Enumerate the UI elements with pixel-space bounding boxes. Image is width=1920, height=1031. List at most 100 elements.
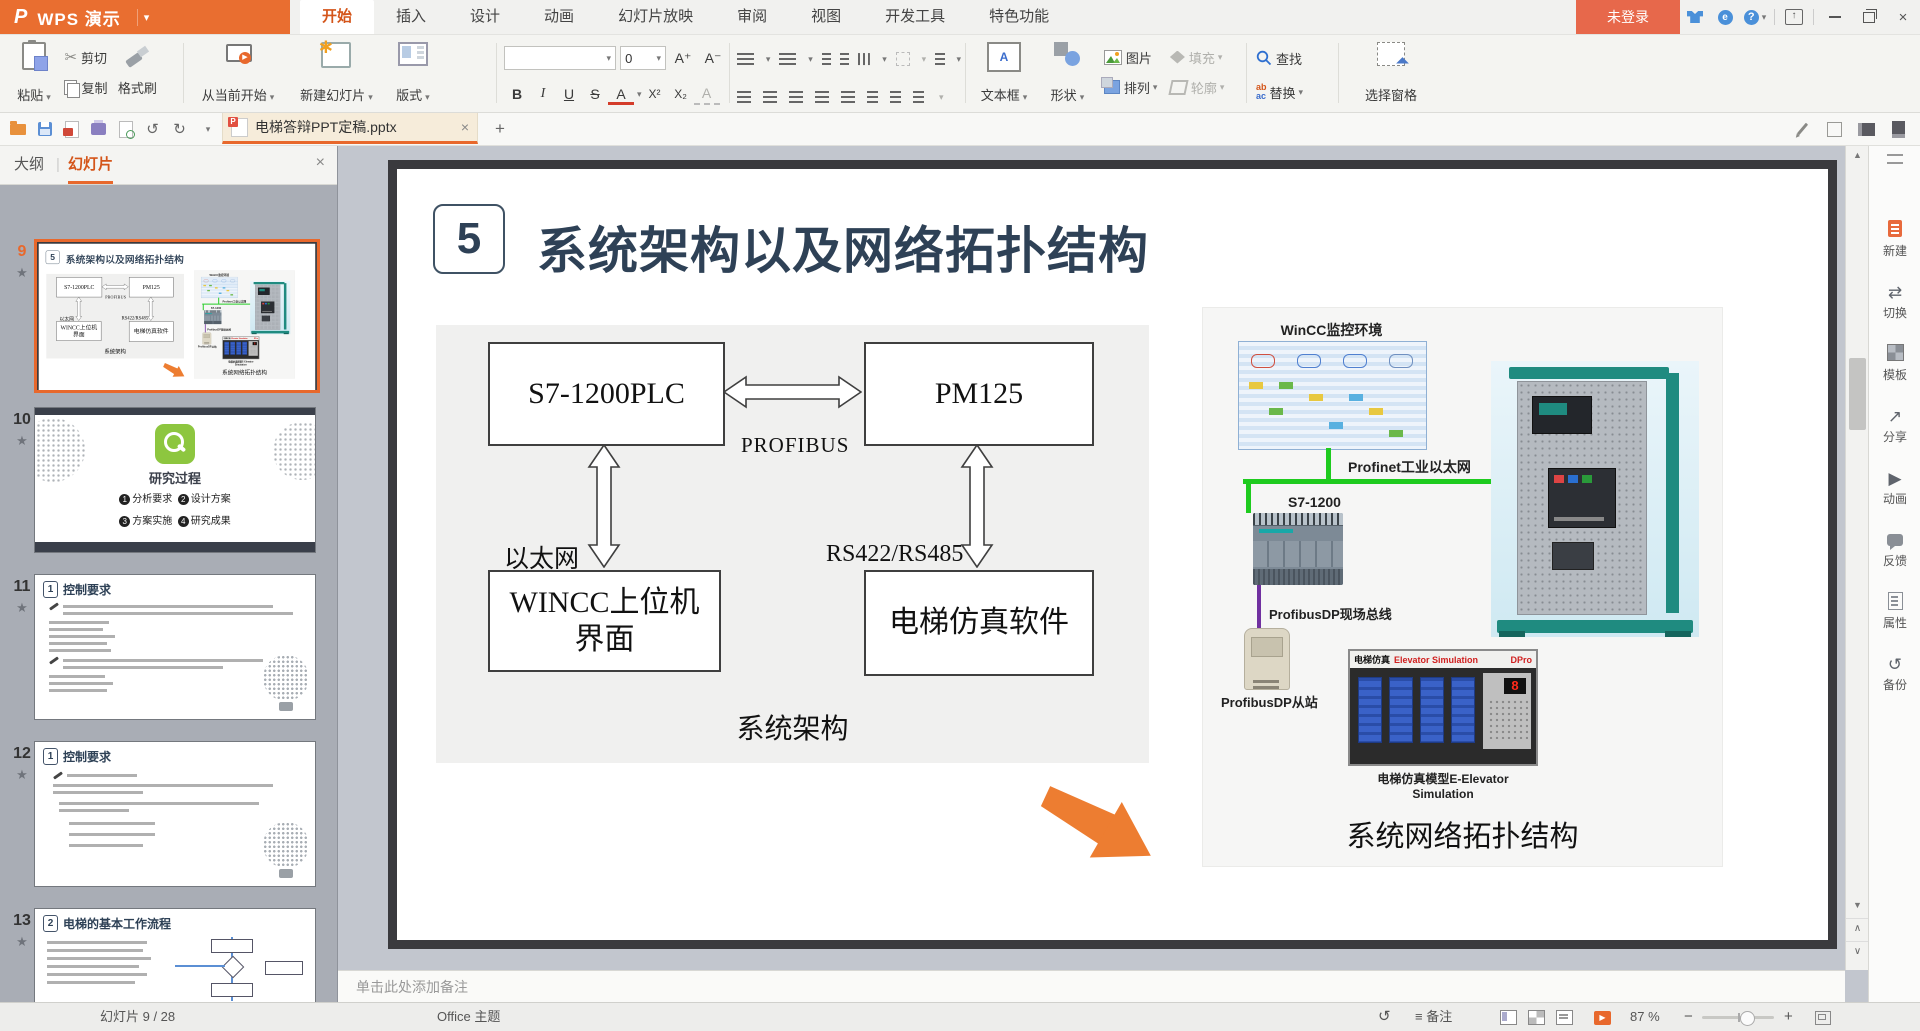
align-distribute-button[interactable] xyxy=(841,91,855,103)
new-document-tab-button[interactable]: + xyxy=(488,117,512,141)
weibo-button[interactable]: e xyxy=(1710,0,1740,34)
paste-button[interactable]: 粘贴▾ xyxy=(8,42,60,104)
slide-thumbnail-9[interactable]: 5 系统架构以及网络拓扑结构 S7-1200PLC PM125 WINCC上位机… xyxy=(34,239,320,393)
play-from-current-button[interactable]: 从当前开始▾ xyxy=(190,42,286,104)
para-spacing-button[interactable] xyxy=(913,91,924,103)
vertical-scrollbar[interactable]: ▲ ▼ ∧ ∨ xyxy=(1845,146,1869,970)
previous-slide-button[interactable]: ∧ xyxy=(1846,918,1869,939)
save-button[interactable] xyxy=(31,116,58,142)
para-space-before-button[interactable] xyxy=(867,91,878,103)
bold-button[interactable]: B xyxy=(504,84,530,104)
slide-number-badge[interactable]: 5 xyxy=(433,204,505,274)
app-menu[interactable]: P WPS 演示 ▾ xyxy=(0,0,290,34)
find-button[interactable]: 查找 xyxy=(1256,43,1332,73)
tab-view[interactable]: 视图 xyxy=(789,0,863,34)
font-color-button[interactable]: A xyxy=(608,84,634,105)
zoom-slider-knob[interactable] xyxy=(1740,1011,1755,1026)
tab-slideshow[interactable]: 幻灯片放映 xyxy=(596,0,715,34)
arrange-button[interactable]: 排列▾ xyxy=(1104,72,1158,102)
history-button[interactable]: ↺ xyxy=(1378,1003,1391,1031)
arch-box-plc[interactable]: S7-1200PLC xyxy=(488,342,725,446)
notes-toggle[interactable]: ≡ 备注 xyxy=(1415,1003,1452,1031)
tab-outline[interactable]: 大纲 xyxy=(14,146,44,184)
textbox-button[interactable]: A 文本框▾ xyxy=(973,42,1035,104)
help-button[interactable]: ?▾ xyxy=(1740,0,1770,34)
outline-button[interactable]: 轮廓▾ xyxy=(1170,72,1225,102)
tab-insert[interactable]: 插入 xyxy=(374,0,448,34)
print-button[interactable] xyxy=(85,116,112,142)
fullscreen-button[interactable]: ↑ xyxy=(1779,0,1809,34)
collapse-panel-icon[interactable] xyxy=(1887,154,1903,164)
increase-indent-button[interactable] xyxy=(840,53,849,65)
placeholder-button[interactable] xyxy=(896,52,910,66)
scroll-down-icon[interactable]: ▼ xyxy=(1846,896,1869,914)
underline-button[interactable]: U xyxy=(556,84,582,104)
zoom-value[interactable]: 87 % xyxy=(1630,1003,1660,1031)
replace-button[interactable]: abac 替换▾ xyxy=(1256,77,1332,107)
arch-box-pm125[interactable]: PM125 xyxy=(864,342,1094,446)
next-slide-button[interactable]: ∨ xyxy=(1846,941,1869,962)
strike-button[interactable]: S xyxy=(582,84,608,104)
login-button[interactable]: 未登录 xyxy=(1576,0,1680,34)
fill-button[interactable]: 填充▾ xyxy=(1170,42,1225,72)
topology-figure[interactable]: WinCC监控环境 Profinet工业以太网 xyxy=(194,270,295,378)
quickbar-more-button[interactable]: ▾ xyxy=(193,116,220,142)
layout-button[interactable]: 版式▾ xyxy=(387,42,439,104)
format-painter-button[interactable]: 格式刷 xyxy=(118,72,157,102)
decrease-font-button[interactable]: A⁻ xyxy=(700,48,726,69)
app-menu-caret-icon[interactable]: ▾ xyxy=(137,9,156,26)
align-left-button[interactable] xyxy=(737,91,751,103)
cut-button[interactable]: ✂剪切 xyxy=(64,42,107,72)
view-normal-button[interactable] xyxy=(1500,1003,1517,1031)
document-tab[interactable]: 电梯答辩PPT定稿.pptx × xyxy=(222,113,478,144)
scroll-up-icon[interactable]: ▲ xyxy=(1846,146,1869,164)
topology-caption[interactable]: 系统网络拓扑结构 xyxy=(1203,813,1722,855)
arch-box-pm125[interactable]: PM125 xyxy=(129,277,173,297)
align-justify-button[interactable] xyxy=(815,91,829,103)
italic-button[interactable]: I xyxy=(530,84,556,104)
bullet-list-button[interactable] xyxy=(737,53,754,65)
tab-home[interactable]: 开始 xyxy=(300,0,374,34)
numbered-list-button[interactable] xyxy=(779,53,796,65)
slide-thumbnail-12[interactable]: 1控制要求 xyxy=(34,741,316,887)
superscript-button[interactable]: X² xyxy=(642,85,668,103)
line-spacing-button[interactable] xyxy=(935,53,944,65)
label-ethernet[interactable]: 以太网 xyxy=(59,315,73,322)
slideshow-button[interactable]: ▶ xyxy=(1594,1003,1611,1031)
zoom-out-button[interactable]: − xyxy=(1684,1003,1693,1031)
sidebar-item-switch[interactable]: ⇄ 切换 xyxy=(1869,282,1920,321)
sidebar-item-new[interactable]: 新建 xyxy=(1869,220,1920,259)
minimize-button[interactable] xyxy=(1818,0,1852,34)
notes-bar[interactable]: 单击此处添加备注 xyxy=(338,970,1845,1003)
slide-thumbnail-10[interactable]: 研究过程 1分析要求 2设计方案 3方案实施 4研究成果 xyxy=(34,407,316,553)
orange-arrow[interactable] xyxy=(1030,775,1165,880)
new-slide-button[interactable]: 新建幻灯片▾ xyxy=(290,42,382,104)
undo-button[interactable]: ↺ xyxy=(139,116,166,142)
orange-arrow[interactable] xyxy=(161,361,187,381)
panel-close-icon[interactable]: × xyxy=(316,154,325,172)
topology-figure[interactable]: WinCC监控环境 Profinet工业以太网 xyxy=(1202,307,1723,867)
shapes-button[interactable]: 形状▾ xyxy=(1039,42,1095,104)
restore-button[interactable] xyxy=(1852,0,1886,34)
scrollbar-thumb[interactable] xyxy=(1849,358,1866,430)
architecture-diagram[interactable]: S7-1200PLC PM125 WINCC上位机界面 电梯仿真软件 PROFI… xyxy=(436,325,1149,763)
font-name-select[interactable]: ▾ xyxy=(504,46,616,70)
sidebar-item-animation[interactable]: ▶ 动画 xyxy=(1869,468,1920,507)
arch-box-sim[interactable]: 电梯仿真软件 xyxy=(129,321,173,341)
tab-design[interactable]: 设计 xyxy=(448,0,522,34)
view-reading-button[interactable] xyxy=(1556,1003,1573,1031)
view-sorter-button[interactable] xyxy=(1528,1003,1545,1031)
print-preview-button[interactable] xyxy=(112,116,139,142)
skin-button[interactable] xyxy=(1680,0,1710,34)
sidebar-item-share[interactable]: ↗ 分享 xyxy=(1869,406,1920,445)
close-button[interactable]: × xyxy=(1886,0,1920,34)
label-profibus[interactable]: PROFIBUS xyxy=(105,295,126,300)
quick-edit-button[interactable] xyxy=(1790,117,1814,141)
fit-window-button[interactable] xyxy=(1815,1003,1831,1031)
arch-box-plc[interactable]: S7-1200PLC xyxy=(56,277,102,297)
label-profibus[interactable]: PROFIBUS xyxy=(741,433,849,458)
notes-placeholder[interactable]: 单击此处添加备注 xyxy=(356,979,468,995)
architecture-diagram[interactable]: S7-1200PLC PM125 WINCC上位机界面 电梯仿真软件 PROFI… xyxy=(46,274,184,359)
clear-format-button[interactable]: A xyxy=(694,83,720,105)
slide-canvas[interactable]: 5 系统架构以及网络拓扑结构 S7-1200PLC PM125 WINCC上位机… xyxy=(388,160,1837,949)
